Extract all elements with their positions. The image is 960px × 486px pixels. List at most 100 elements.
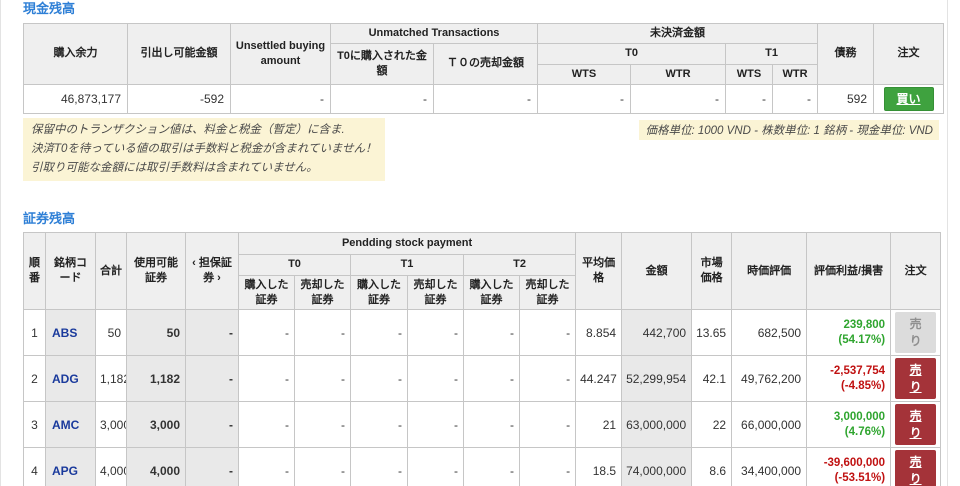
amount: 63,000,000 <box>621 401 693 449</box>
col-amount: 金額 <box>621 231 693 311</box>
total-qty: 3,000 <box>95 401 127 449</box>
col-market-price: 市場価格 <box>691 231 733 311</box>
stock-code-link[interactable]: ADG <box>52 372 79 386</box>
col-t0-wts: WTS <box>537 63 632 85</box>
col-stock-code: 銘柄コード <box>45 231 96 311</box>
sell-button[interactable]: 売り <box>895 404 937 446</box>
t1-sold-qty: - <box>407 309 464 357</box>
collateral-qty: - <box>185 355 239 403</box>
market-price: 8.6 <box>691 447 733 486</box>
sell-button[interactable]: 売り <box>895 450 937 486</box>
t2-bought-qty: - <box>463 309 520 357</box>
stock-code-cell: AMC <box>45 401 96 449</box>
cash-balance-table: 購入余力 引出し可能金額 Unsettled buying amount Unm… <box>23 23 945 114</box>
col-profit-loss: 評価利益/損害 <box>806 231 892 311</box>
withdrawable-value: -592 <box>127 83 231 114</box>
col-t0-sold: 売却した証券 <box>294 274 351 311</box>
account-balance-page: 現金残高 購入余力 引出し可能金額 Unsettled buying amoun… <box>0 0 960 486</box>
note-line: 引取り可能な金額には取引手数料は含まれていません。 <box>31 161 318 174</box>
col-debt: 債務 <box>817 23 875 85</box>
sell-button[interactable]: 売り <box>895 312 937 354</box>
pl-value: 3,000,000 <box>833 410 886 423</box>
col-total: 合計 <box>95 231 127 311</box>
available-qty: 50 <box>126 309 186 357</box>
t2-bought-qty: - <box>463 401 520 449</box>
col-collateral: ‹ 担保証券 › <box>185 231 239 311</box>
col-t1-wtr: WTR <box>772 63 819 85</box>
page-edge-divider <box>947 0 948 486</box>
col-sec-order: 注文 <box>890 231 942 311</box>
col-group-t0: T0 <box>537 42 727 65</box>
avg-price: 44.247 <box>575 355 623 403</box>
available-qty: 4,000 <box>126 447 186 486</box>
stock-code-link[interactable]: AMC <box>52 418 79 432</box>
pl-value: 239,800 <box>843 318 886 331</box>
market-price: 13.65 <box>691 309 733 357</box>
sell-button[interactable]: 売り <box>895 358 937 400</box>
t0-sold-qty: - <box>294 401 351 449</box>
stock-code-cell: APG <box>45 447 96 486</box>
col-t0-bought: 購入した証券 <box>238 274 295 311</box>
pl-percent: (-53.51%) <box>834 471 886 484</box>
sell-cell: 売り <box>890 447 942 486</box>
market-price: 22 <box>691 401 733 449</box>
avg-price: 21 <box>575 401 623 449</box>
t1-sold-qty: - <box>407 355 464 403</box>
col-t0-wtr: WTR <box>630 63 727 85</box>
t0-bought-qty: - <box>238 447 295 486</box>
col-unsettled-buying: Unsettled buying amount <box>230 23 331 85</box>
stock-code-cell: ABS <box>45 309 96 357</box>
securities-balance-table: 順番 銘柄コード 合計 使用可能証券 ‹ 担保証券 › Pendding sto… <box>23 231 942 486</box>
buy-button[interactable]: 買い <box>883 86 934 111</box>
t0-bought-value: - <box>330 83 434 114</box>
market-value: 66,000,000 <box>731 401 808 449</box>
sell-cell: 売り <box>890 401 942 449</box>
note-line: 保留中のトランザクション値は、料金と税金（暫定）に含ま. <box>31 123 345 136</box>
cash-balance-title: 現金残高 <box>23 1 76 16</box>
col-group-sec-t0: T0 <box>238 253 351 276</box>
stock-code-link[interactable]: ABS <box>52 326 77 340</box>
t1-bought-qty: - <box>350 355 408 403</box>
securities-table-body: 1 ABS 50 50- - - - - - -8.854 442,700 13.65 682,500 2… <box>23 309 942 486</box>
col-t0-bought-amount: T0に購入された金額 <box>330 42 434 85</box>
t1-bought-qty: - <box>350 309 408 357</box>
collateral-qty: - <box>185 401 239 449</box>
pl-value: -2,537,754 <box>830 364 886 377</box>
col-avg-price: 平均価格 <box>575 231 623 311</box>
t0-bought-qty: - <box>238 355 295 403</box>
col-cash-order: 注文 <box>873 23 945 85</box>
securities-balance-title: 証券残高 <box>23 210 76 226</box>
row-number: 1 <box>23 309 46 357</box>
t2-sold-qty: - <box>518 447 577 486</box>
cash-notes: 保留中のトランザクション値は、料金と税金（暫定）に含ま. 決済T0を待っている値… <box>23 117 385 181</box>
col-withdrawable: 引出し可能金額 <box>127 23 231 85</box>
profit-loss-cell: -2,537,754 (-4.85%) <box>806 355 892 403</box>
market-value: 34,400,000 <box>731 447 808 486</box>
profit-loss-cell: -39,600,000 (-53.51%) <box>806 447 892 486</box>
total-qty: 50 <box>95 309 127 357</box>
cash-balance-row: 46,873,177 -592 - - - - - - - 592 買い <box>23 83 945 114</box>
col-buying-power: 購入余力 <box>23 23 128 85</box>
collateral-qty: - <box>185 309 239 357</box>
collateral-qty: - <box>185 447 239 486</box>
t0-bought-qty: - <box>238 309 295 357</box>
unsettled-value: - <box>230 83 331 114</box>
stock-code-link[interactable]: APG <box>52 464 78 478</box>
col-group-t1: T1 <box>725 42 819 65</box>
profit-loss-cell: 239,800 (54.17%) <box>806 309 892 357</box>
pl-percent: (54.17%) <box>838 333 886 346</box>
col-t1-wts: WTS <box>725 63 774 85</box>
stock-code-cell: ADG <box>45 355 96 403</box>
amount: 52,299,954 <box>621 355 693 403</box>
t0-sold-value: - <box>432 83 539 114</box>
market-value: 49,762,200 <box>731 355 808 403</box>
market-price: 42.1 <box>691 355 733 403</box>
col-t1-sold: 売却した証券 <box>407 274 464 311</box>
pl-value: -39,600,000 <box>823 456 886 469</box>
t0-bought-qty: - <box>238 401 295 449</box>
note-line: 決済T0を待っている値の取引は手数料と税金が含まれていません！ <box>31 142 377 155</box>
t2-sold-qty: - <box>518 355 577 403</box>
t1-bought-qty: - <box>350 447 408 486</box>
pl-percent: (4.76%) <box>844 425 886 438</box>
col-t2-bought: 購入した証券 <box>463 274 520 311</box>
